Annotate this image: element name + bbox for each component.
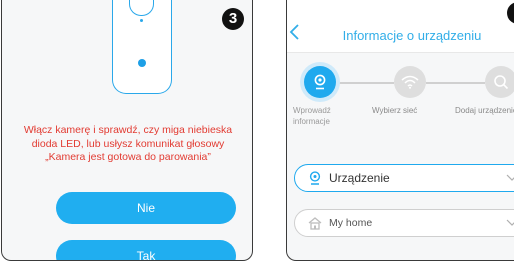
search-icon — [494, 75, 509, 90]
camera-lens-housing — [129, 0, 154, 16]
page-title: Informacje o urządzeniu — [342, 28, 482, 43]
wifi-icon — [401, 75, 419, 89]
location-pin-icon — [309, 171, 321, 185]
step-label-enter-info: Wprowadź informacje — [293, 106, 331, 126]
home-select-value: My home — [329, 217, 373, 229]
camera-illustration — [112, 0, 172, 94]
camera-sensor-dot — [140, 19, 143, 22]
chevron-left-icon[interactable] — [289, 23, 309, 43]
device-info-screen: Informacje o urządzeniu 4 Wprowadź infor… — [286, 0, 514, 261]
yes-button[interactable]: Tak — [56, 240, 236, 260]
device-name-value: Urządzenie — [329, 171, 390, 185]
header-bar: Informacje o urządzeniu — [287, 0, 514, 53]
chevron-down-icon[interactable] — [505, 170, 514, 184]
camera-check-screen: 3 Włącz kamerę i sprawdź, czy miga niebi… — [1, 0, 253, 261]
home-select-field[interactable]: My home — [294, 209, 514, 237]
step-connector — [336, 82, 394, 84]
step-enter-info — [304, 66, 336, 98]
step-add-device — [485, 66, 514, 98]
camera-led-indicator — [138, 59, 146, 67]
step-number-badge: 3 — [222, 8, 244, 30]
device-name-field[interactable]: Urządzenie — [294, 164, 514, 192]
step-label-add-device: Dodaj urządzenie — [455, 106, 514, 115]
step-connector — [426, 82, 485, 84]
step-select-network — [394, 66, 426, 98]
home-icon — [308, 217, 322, 230]
camera-instruction-text: Włącz kamerę i sprawdź, czy miga niebies… — [23, 124, 233, 163]
step-label-select-network: Wybierz sieć — [372, 106, 418, 115]
location-pin-icon — [314, 74, 326, 90]
chevron-down-icon[interactable] — [505, 215, 514, 229]
no-button[interactable]: Nie — [56, 192, 236, 224]
